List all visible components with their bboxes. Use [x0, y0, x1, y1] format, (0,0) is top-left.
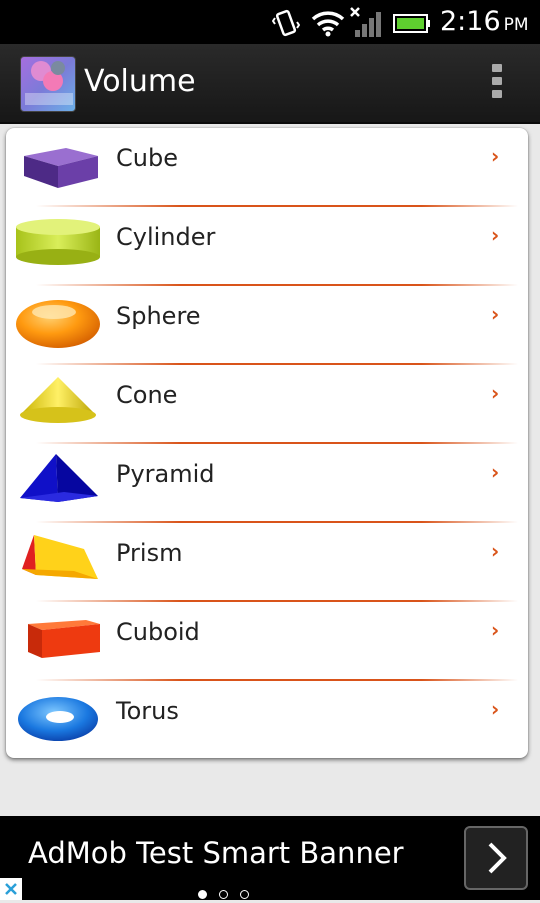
list-item-label: Cuboid — [116, 618, 200, 646]
list-item-label: Sphere — [116, 302, 201, 330]
wifi-icon — [311, 11, 345, 37]
cone-icon — [20, 377, 96, 423]
clock: 2:16 PM — [440, 6, 529, 37]
list-item-label: Prism — [116, 539, 183, 567]
chevron-right-icon: › — [491, 697, 500, 721]
list-item-sphere[interactable]: Sphere › — [6, 286, 528, 365]
page-dot — [219, 890, 228, 899]
list-item-label: Cone — [116, 381, 178, 409]
action-bar: Volume — [0, 44, 540, 124]
ad-banner-text[interactable]: AdMob Test Smart Banner — [28, 836, 404, 870]
prism-icon — [22, 535, 98, 579]
cylinder-icon — [16, 219, 100, 265]
torus-icon — [18, 697, 98, 741]
chevron-right-icon — [488, 842, 507, 874]
chevron-right-icon: › — [491, 144, 500, 168]
cube-icon — [24, 148, 98, 188]
list-item-label: Torus — [116, 697, 179, 725]
pyramid-icon — [20, 454, 98, 502]
battery-icon — [393, 14, 430, 33]
chevron-right-icon: › — [491, 460, 500, 484]
chevron-right-icon: › — [491, 223, 500, 247]
list-item-pyramid[interactable]: Pyramid › — [6, 444, 528, 523]
list-item-label: Pyramid — [116, 460, 215, 488]
page-dot — [240, 890, 249, 899]
cuboid-icon — [28, 620, 100, 658]
list-item-cuboid[interactable]: Cuboid › — [6, 602, 528, 681]
close-icon[interactable] — [0, 878, 22, 900]
list-item-label: Cube — [116, 144, 178, 172]
chevron-right-icon: › — [491, 381, 500, 405]
sphere-icon — [16, 300, 100, 348]
ad-page-indicator — [198, 884, 268, 899]
status-bar: 2:16 PM — [0, 0, 540, 44]
page-dot — [198, 890, 207, 899]
chevron-right-icon: › — [491, 539, 500, 563]
page-title: Volume — [84, 64, 196, 99]
list-item-torus[interactable]: Torus › — [6, 681, 528, 758]
list-item-cube[interactable]: Cube › — [6, 128, 528, 207]
clock-time: 2:16 — [440, 6, 501, 37]
shape-list: Cube › Cylinder › Sphere › Cone › Pyrami… — [6, 128, 528, 758]
vibrate-icon — [272, 9, 300, 37]
list-item-prism[interactable]: Prism › — [6, 523, 528, 602]
list-item-cylinder[interactable]: Cylinder › — [6, 207, 528, 286]
list-item-cone[interactable]: Cone › — [6, 365, 528, 444]
list-item-label: Cylinder — [116, 223, 216, 251]
clock-ampm: PM — [503, 15, 529, 35]
chevron-right-icon: › — [491, 618, 500, 642]
ad-open-button[interactable] — [464, 826, 528, 890]
chevron-right-icon: › — [491, 302, 500, 326]
overflow-menu-icon[interactable] — [490, 64, 504, 102]
signal-icon — [350, 7, 381, 37]
app-logo-icon[interactable] — [20, 56, 76, 112]
ad-banner[interactable]: AdMob Test Smart Banner — [0, 816, 540, 900]
